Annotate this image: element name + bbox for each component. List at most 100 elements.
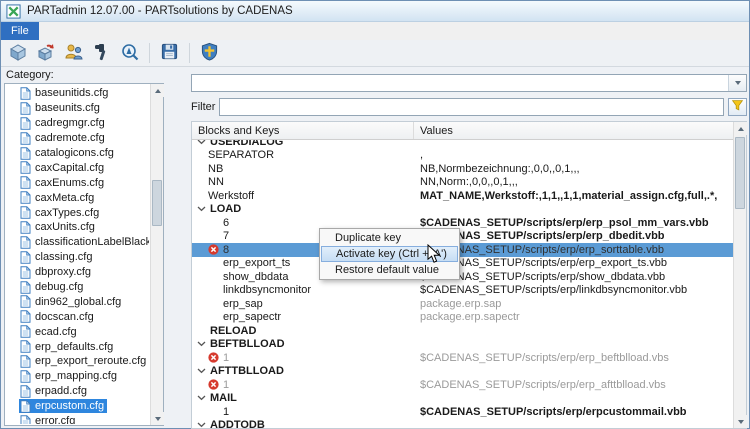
combobox-dropdown-button[interactable] xyxy=(728,75,746,91)
value-cell: NB,Normbezeichnung:,0,0,,0,1,,, xyxy=(420,162,580,175)
tree-item-caxtypes-cfg[interactable]: caxTypes.cfg xyxy=(6,205,149,220)
scroll-thumb[interactable] xyxy=(735,137,745,209)
context-menu-item-duplicate-key[interactable]: Duplicate key xyxy=(321,230,458,246)
group-label: AFTTBLLOAD xyxy=(210,365,284,378)
table-row-1[interactable]: 1 $CADENAS_SETUP/scripts/erp/erpcustommai… xyxy=(192,405,733,419)
config-combobox[interactable] xyxy=(191,74,747,92)
table-group-row-mail[interactable]: MAIL xyxy=(192,392,733,406)
tree-item-erp-export-reroute-cfg[interactable]: erp_export_reroute.cfg xyxy=(6,354,149,369)
tree-item-din962-global-cfg[interactable]: din962_global.cfg xyxy=(6,294,149,309)
collapse-chevron-icon[interactable] xyxy=(196,341,206,347)
table-row-6[interactable]: 6 $CADENAS_SETUP/scripts/erp/erp_psol_mm_… xyxy=(192,216,733,230)
context-menu-item-activate-key-ctrl-a[interactable]: Activate key (Ctrl + 'A') xyxy=(321,246,458,262)
tree-item-catalogicons-cfg[interactable]: catalogicons.cfg xyxy=(6,146,149,161)
shield-button[interactable] xyxy=(197,41,222,65)
key-label: 1 xyxy=(223,378,230,391)
table-row-linkdbsyncmonitor[interactable]: linkdbsyncmonitor $CADENAS_SETUP/scripts/… xyxy=(192,284,733,298)
collapse-chevron-icon[interactable] xyxy=(196,395,206,401)
context-menu-item-restore-default-value[interactable]: Restore default value xyxy=(321,262,458,278)
tree-item-baseunits-cfg[interactable]: baseunits.cfg xyxy=(6,101,149,116)
tree-item-docscan-cfg[interactable]: docscan.cfg xyxy=(6,309,149,324)
table-row-erp-sap[interactable]: erp_sap package.erp.sap xyxy=(192,297,733,311)
scroll-thumb[interactable] xyxy=(152,180,162,226)
file-icon xyxy=(20,385,31,398)
save-button[interactable] xyxy=(157,41,182,65)
file-icon xyxy=(20,146,31,160)
table-row-nn[interactable]: NN NN,Norm:,0,0,,0,1,,, xyxy=(192,176,733,190)
tree-item-erpadd-cfg[interactable]: erpadd.cfg xyxy=(6,384,149,399)
table-group-row-addtodb[interactable]: ADDTODB xyxy=(192,419,733,428)
tree-item-error-cfg[interactable]: error.cfg xyxy=(6,414,149,424)
tree-item-dbproxy-cfg[interactable]: dbproxy.cfg xyxy=(6,265,149,280)
tree-item-caxmeta-cfg[interactable]: caxMeta.cfg xyxy=(6,190,149,205)
collapse-chevron-icon[interactable] xyxy=(196,368,206,374)
tree-item-caxunits-cfg[interactable]: caxUnits.cfg xyxy=(6,220,149,235)
tree-item-erpcustom-cfg[interactable]: erpcustom.cfg xyxy=(6,399,149,414)
table-scrollbar[interactable] xyxy=(733,122,747,428)
value-cell: $CADENAS_SETUP/scripts/erp/erp_afttblloa… xyxy=(420,378,666,391)
table-row-show-dbdata[interactable]: show_dbdata $CADENAS_SETUP/scripts/erp/sh… xyxy=(192,270,733,284)
file-icon xyxy=(20,87,31,100)
tools-button[interactable] xyxy=(89,41,114,65)
tree-item-caxcapital-cfg[interactable]: caxCapital.cfg xyxy=(6,160,149,175)
table-row-1[interactable]: 1 $CADENAS_SETUP/scripts/erp/erp_afttbllo… xyxy=(192,378,733,392)
tree-item-erp-defaults-cfg[interactable]: erp_defaults.cfg xyxy=(6,339,149,354)
filter-input[interactable] xyxy=(219,98,724,116)
collapse-chevron-icon[interactable] xyxy=(196,140,206,145)
scroll-up-button[interactable] xyxy=(734,122,747,135)
table-group-row-beftblload[interactable]: BEFTBLLOAD xyxy=(192,338,733,352)
table-row-erp-sapectr[interactable]: erp_sapectr package.erp.sapectr xyxy=(192,311,733,325)
scroll-up-button[interactable] xyxy=(151,84,164,97)
table-row-1[interactable]: 1 $CADENAS_SETUP/scripts/erp/erp_beftbllo… xyxy=(192,351,733,365)
blocks-keys-table: Blocks and Keys Values USERDIALOG SEPARAT… xyxy=(191,121,747,429)
table-row-7[interactable]: 7 $CADENAS_SETUP/scripts/erp/erp_dbedit.v… xyxy=(192,230,733,244)
tree-item-caxenums-cfg[interactable]: caxEnums.cfg xyxy=(6,175,149,190)
file-icon xyxy=(20,370,31,383)
tree-item-label: caxUnits.cfg xyxy=(35,221,95,234)
deactivated-icon xyxy=(208,352,219,363)
group-label: LOAD xyxy=(210,203,242,216)
scroll-down-button[interactable] xyxy=(734,415,747,428)
table-group-row-afttblload[interactable]: AFTTBLLOAD xyxy=(192,365,733,379)
scroll-down-button[interactable] xyxy=(151,412,164,425)
table-row-nb[interactable]: NB NB,Normbezeichnung:,0,0,,0,1,,, xyxy=(192,162,733,176)
catalog-button[interactable] xyxy=(5,41,30,65)
column-header-values[interactable]: Values xyxy=(414,122,733,139)
user-management-button[interactable] xyxy=(61,41,86,65)
table-row-erp-export-ts[interactable]: erp_export_ts $CADENAS_SETUP/scripts/erp/… xyxy=(192,257,733,271)
tree-item-ecad-cfg[interactable]: ecad.cfg xyxy=(6,324,149,339)
tree-item-cadregmgr-cfg[interactable]: cadregmgr.cfg xyxy=(6,116,149,131)
tree-item-cadremote-cfg[interactable]: cadremote.cfg xyxy=(6,131,149,146)
filter-row: Filter xyxy=(191,98,747,117)
collapse-chevron-icon[interactable] xyxy=(196,422,206,428)
arrow-up-icon xyxy=(737,126,744,131)
search-button[interactable] xyxy=(117,41,142,65)
tree-item-label: erp_defaults.cfg xyxy=(35,340,114,353)
tree-item-classing-cfg[interactable]: classing.cfg xyxy=(6,250,149,265)
tree-item-baseunitids-cfg[interactable]: baseunitids.cfg xyxy=(6,86,149,101)
table-row-werkstoff[interactable]: Werkstoff MAT_NAME,Werkstoff:,1,1,,1,1,ma… xyxy=(192,189,733,203)
tree-item-classificationlabelblackl[interactable]: classificationLabelBlackl xyxy=(6,235,149,250)
collapse-chevron-icon[interactable] xyxy=(196,206,206,212)
table-row-8[interactable]: 8 $CADENAS_SETUP/scripts/erp/erp_sorttabl… xyxy=(192,243,733,257)
file-icon xyxy=(20,131,31,145)
filter-button[interactable] xyxy=(728,98,747,116)
tree-item-debug-cfg[interactable]: debug.cfg xyxy=(6,280,149,295)
tree-scrollbar[interactable] xyxy=(150,84,164,425)
tree-item-erp-mapping-cfg[interactable]: erp_mapping.cfg xyxy=(6,369,149,384)
menu-file[interactable]: File xyxy=(1,22,39,40)
file-icon xyxy=(20,176,31,189)
update-button[interactable] xyxy=(33,41,58,65)
key-label: show_dbdata xyxy=(223,270,289,283)
window-titlebar[interactable]: PARTadmin 12.07.00 - PARTsolutions by CA… xyxy=(1,1,749,22)
file-icon xyxy=(20,265,31,279)
search-icon xyxy=(120,42,140,65)
tools-icon xyxy=(92,42,112,65)
table-group-row-reload[interactable]: RELOAD xyxy=(192,324,733,338)
tree-item-label: cadremote.cfg xyxy=(35,132,105,145)
table-group-row-userdialog[interactable]: USERDIALOG xyxy=(192,140,733,149)
group-label: MAIL xyxy=(210,392,237,405)
table-group-row-load[interactable]: LOAD xyxy=(192,203,733,217)
table-row-separator[interactable]: SEPARATOR, xyxy=(192,149,733,163)
column-header-blocks-and-keys[interactable]: Blocks and Keys xyxy=(192,122,414,139)
